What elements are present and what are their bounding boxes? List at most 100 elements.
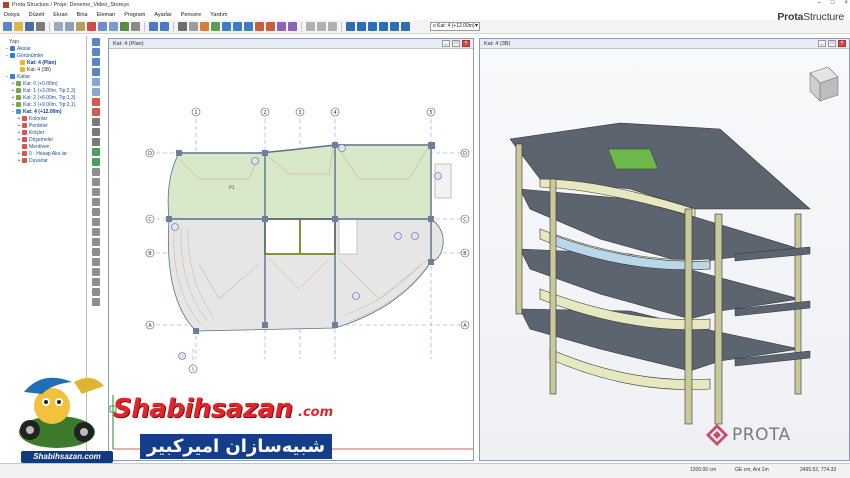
list-icon[interactable] <box>92 288 100 296</box>
delete-icon[interactable] <box>87 22 96 31</box>
plan-maximize-icon[interactable]: □ <box>452 40 460 47</box>
zoom-window-icon[interactable] <box>92 58 100 66</box>
storey-down-icon[interactable] <box>92 158 100 166</box>
tree-item[interactable]: + Kat: 3 (+9.00m, Tip:2,1) <box>4 101 86 108</box>
open-file-icon[interactable] <box>14 22 23 31</box>
snap-icon[interactable] <box>189 22 198 31</box>
print-icon[interactable] <box>36 22 45 31</box>
export-icon[interactable] <box>401 22 410 31</box>
slab-upper[interactable] <box>167 144 432 220</box>
tree-item[interactable]: + Duvarlar <box>4 157 86 164</box>
foundation-icon[interactable] <box>277 22 286 31</box>
filter-icon[interactable] <box>92 128 100 136</box>
stair-icon[interactable] <box>266 22 275 31</box>
3d-close-icon[interactable]: × <box>838 40 846 47</box>
pan-icon[interactable] <box>92 78 100 86</box>
section-icon[interactable] <box>92 118 100 126</box>
undo-icon[interactable] <box>149 22 158 31</box>
tree-item[interactable]: + Kat: 1 (+3.00m, Tip:2,3) <box>4 87 86 94</box>
menu-program[interactable]: Program <box>124 12 145 18</box>
visibility-icon[interactable] <box>92 138 100 146</box>
menu-eleman[interactable]: Eleman <box>97 12 116 18</box>
redo-icon[interactable] <box>160 22 169 31</box>
settings-icon[interactable] <box>131 22 140 31</box>
tree-item[interactable]: − Akslar <box>4 45 86 52</box>
storey-up-icon[interactable] <box>92 148 100 156</box>
maximize-icon[interactable]: □ <box>831 0 835 6</box>
tree-item[interactable]: − Katlar <box>4 73 86 80</box>
plan-minimize-icon[interactable]: _ <box>442 40 450 47</box>
load-icon[interactable] <box>288 22 297 31</box>
column-icon[interactable] <box>222 22 231 31</box>
menu-duzelt[interactable]: Düzelt <box>29 12 45 18</box>
3d-view-window[interactable]: Kat: 4 (3B) _ □ × <box>479 38 850 461</box>
orbit-icon[interactable] <box>92 88 100 96</box>
hatch-toggle-icon[interactable] <box>92 248 100 256</box>
menu-yardim[interactable]: Yardım <box>210 12 227 18</box>
properties-icon[interactable] <box>98 22 107 31</box>
paste-icon[interactable] <box>76 22 85 31</box>
wireframe-icon[interactable] <box>92 98 100 106</box>
new-file-icon[interactable] <box>3 22 12 31</box>
dimension-toggle-icon[interactable] <box>92 228 100 236</box>
tree-item[interactable]: Merdiven <box>4 143 86 150</box>
snap-settings-icon[interactable] <box>92 178 100 186</box>
3d-maximize-icon[interactable]: □ <box>828 40 836 47</box>
osnap-icon[interactable] <box>92 188 100 196</box>
axis-toggle-icon[interactable] <box>92 268 100 276</box>
tree-item[interactable]: − Kat: 4 (+12.00m) <box>4 108 86 115</box>
tree-item[interactable]: + Kolonlar <box>4 115 86 122</box>
balcony-box[interactable] <box>434 163 452 199</box>
analysis-icon[interactable] <box>346 22 355 31</box>
stair-opening[interactable] <box>338 218 358 255</box>
label-toggle-icon[interactable] <box>92 218 100 226</box>
tree-item[interactable]: + Kat: 2 (+6.00m, Tip:1,3) <box>4 94 86 101</box>
redraw-icon[interactable] <box>92 168 100 176</box>
tree-item[interactable]: − Görünümler <box>4 52 86 59</box>
close-icon[interactable]: × <box>844 0 848 6</box>
menu-pencere[interactable]: Pencere <box>181 12 202 18</box>
tree-item[interactable]: + Kat: 0 (+0.00m) <box>4 80 86 87</box>
tree-item[interactable]: + Kirişler <box>4 129 86 136</box>
zoom-all-icon[interactable] <box>92 68 100 76</box>
info-icon[interactable] <box>92 278 100 286</box>
grid-toggle-icon[interactable] <box>92 208 100 216</box>
axis-icon[interactable] <box>211 22 220 31</box>
slab-icon[interactable] <box>255 22 264 31</box>
save-icon[interactable] <box>25 22 34 31</box>
report-icon[interactable] <box>368 22 377 31</box>
layers-icon[interactable] <box>120 22 129 31</box>
text-icon[interactable] <box>317 22 326 31</box>
menu-dosya[interactable]: Dosya <box>4 12 20 18</box>
check-icon[interactable] <box>92 298 100 306</box>
cut-icon[interactable] <box>54 22 63 31</box>
tree-item[interactable]: + Döşemeler <box>4 136 86 143</box>
render-icon[interactable] <box>92 108 100 116</box>
zoom-in-icon[interactable] <box>92 38 100 46</box>
hatch-icon[interactable] <box>328 22 337 31</box>
storey-selector[interactable]: o Kat: 4 (+12.00m) <box>430 22 480 31</box>
tree-item[interactable]: +0 - Hesap Aks.lar <box>4 150 86 157</box>
measure-icon[interactable] <box>200 22 209 31</box>
3d-minimize-icon[interactable]: _ <box>818 40 826 47</box>
grid-icon[interactable] <box>109 22 118 31</box>
wall-icon[interactable] <box>244 22 253 31</box>
dimension-icon[interactable] <box>306 22 315 31</box>
copy-icon[interactable] <box>65 22 74 31</box>
tree-item[interactable]: + Perdeler <box>4 122 86 129</box>
design-icon[interactable] <box>357 22 366 31</box>
menu-ekran[interactable]: Ekran <box>53 12 67 18</box>
select-icon[interactable] <box>178 22 187 31</box>
quantity-icon[interactable] <box>390 22 399 31</box>
color-toggle-icon[interactable] <box>92 238 100 246</box>
beam-icon[interactable] <box>233 22 242 31</box>
load-toggle-icon[interactable] <box>92 258 100 266</box>
ortho-icon[interactable] <box>92 198 100 206</box>
zoom-out-icon[interactable] <box>92 48 100 56</box>
minimize-icon[interactable]: – <box>818 0 821 6</box>
drawing-icon[interactable] <box>379 22 388 31</box>
tree-item[interactable]: Kat: 4 (3B) <box>4 66 86 73</box>
menu-ayarlar[interactable]: Ayarlar <box>154 12 171 18</box>
tree-item[interactable]: Kat: 4 (Plan) <box>4 59 86 66</box>
menu-bina[interactable]: Bina <box>77 12 88 18</box>
